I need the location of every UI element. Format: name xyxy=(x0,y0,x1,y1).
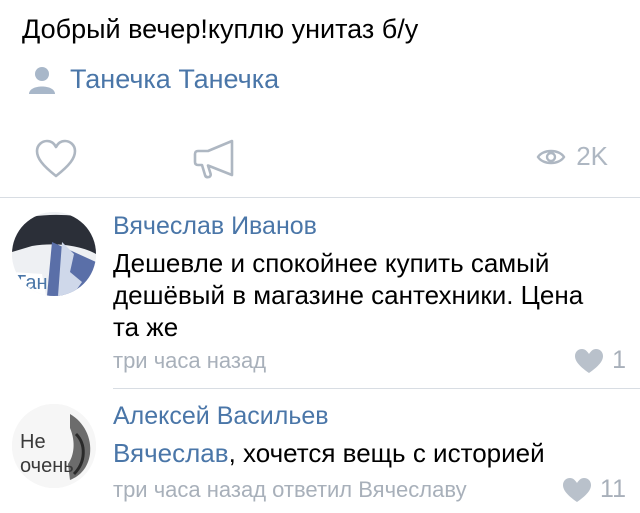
post-text: Добрый вечер!куплю унитаз б/у xyxy=(22,14,419,44)
comment-time: три часа назад ответил Вячеславу xyxy=(113,477,467,502)
comment-text: Дешевле и спокойнее купить самый дешёвый… xyxy=(113,248,584,342)
post-actions: 2K xyxy=(0,135,640,179)
comment-time: три часа назад xyxy=(113,348,267,373)
avatar-text: Не очень xyxy=(20,431,74,477)
heart-icon xyxy=(563,477,592,502)
megaphone-icon[interactable] xyxy=(192,137,238,179)
comment-like-button[interactable]: 1 xyxy=(574,346,626,375)
post-author-name[interactable]: Танечка Танечка xyxy=(70,64,279,95)
eye-icon xyxy=(536,149,566,164)
comment-text-body: , хочется вещь с историей xyxy=(228,438,545,468)
avatar[interactable]: Не очень xyxy=(12,404,96,488)
heart-icon[interactable] xyxy=(34,139,78,179)
divider xyxy=(0,197,640,198)
comment-like-button[interactable]: 11 xyxy=(562,475,626,504)
views-count: 2K xyxy=(576,141,608,171)
views-counter: 2K xyxy=(536,141,608,172)
divider xyxy=(113,388,640,389)
avatar-text: Тан xyxy=(14,272,48,294)
heart-icon xyxy=(575,348,604,373)
user-icon xyxy=(29,66,55,94)
comment-author[interactable]: Алексей Васильев xyxy=(113,402,329,431)
post-author[interactable]: Танечка Танечка xyxy=(28,64,279,95)
comment-like-count: 11 xyxy=(600,475,626,503)
comment-author[interactable]: Вячеслав Иванов xyxy=(113,212,317,241)
comment-like-count: 1 xyxy=(612,346,626,374)
reply-mention-link[interactable]: Вячеслав xyxy=(113,438,229,468)
comment-text: Вячеслав, хочется вещь с историей xyxy=(113,437,613,469)
avatar[interactable]: Тан xyxy=(12,212,96,296)
